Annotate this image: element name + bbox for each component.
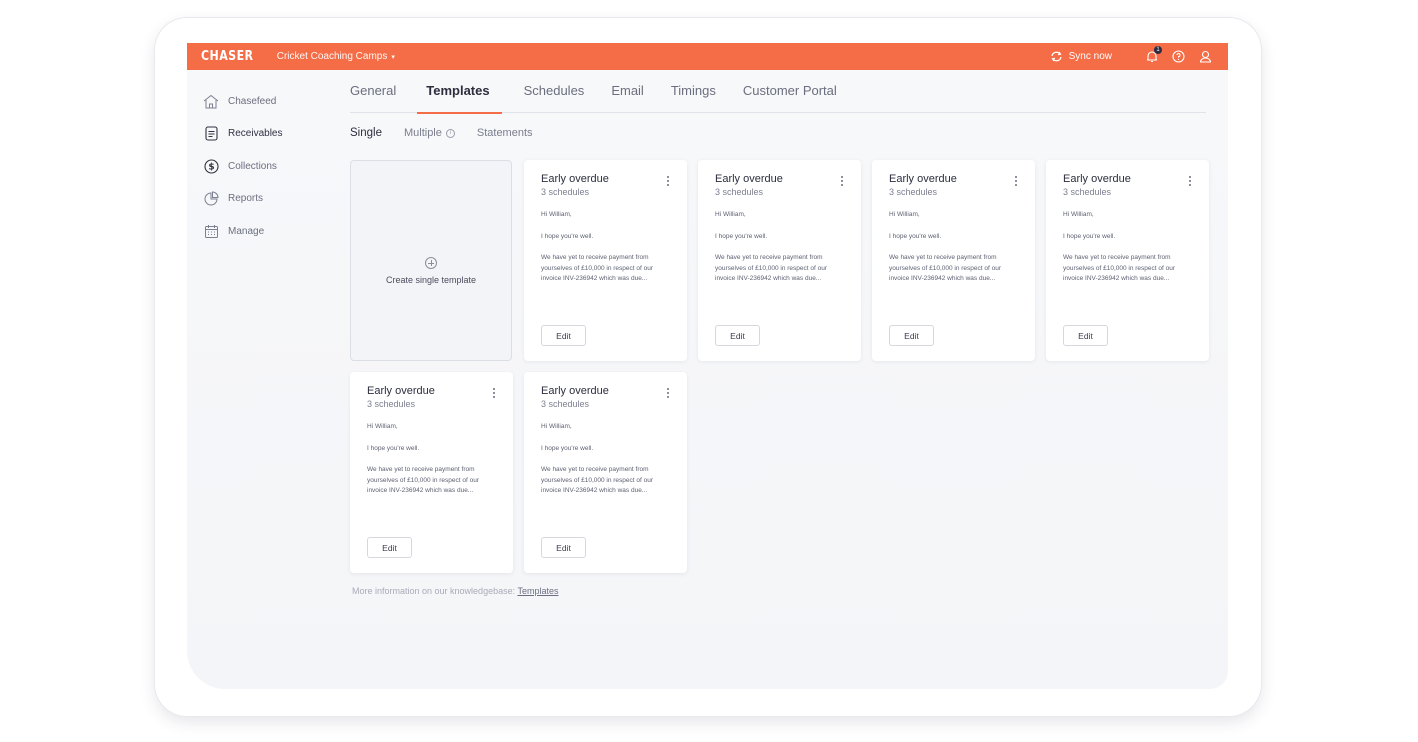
template-preview: Hi William, I hope you're well. We have … bbox=[541, 210, 675, 296]
subtab-label: Multiple bbox=[403, 127, 442, 139]
chart-icon bbox=[203, 191, 219, 207]
template-title: Early overdue bbox=[715, 173, 783, 185]
template-card: Early overdue 3 schedules Hi William, I … bbox=[524, 372, 687, 573]
tab-email[interactable]: Email bbox=[611, 79, 644, 113]
preview-greeting: Hi William, bbox=[889, 211, 920, 218]
template-card: Early overdue 3 schedules Hi William, I … bbox=[350, 372, 513, 573]
preview-line: We have yet to receive payment from your… bbox=[889, 254, 1002, 282]
template-preview: Hi William, I hope you're well. We have … bbox=[1063, 210, 1197, 296]
template-schedule-count: 3 schedules bbox=[889, 187, 938, 197]
preview-line: We have yet to receive payment from your… bbox=[541, 466, 654, 494]
more-options-icon[interactable] bbox=[666, 388, 670, 402]
preview-greeting: Hi William, bbox=[1063, 211, 1094, 218]
template-preview: Hi William, I hope you're well. We have … bbox=[541, 422, 675, 508]
preview-line: I hope you're well. bbox=[715, 232, 768, 240]
sidebar: Chasefeed Receivables $ Collections Repo… bbox=[203, 85, 343, 248]
sidebar-item-receivables[interactable]: Receivables bbox=[203, 118, 343, 151]
more-options-icon[interactable] bbox=[1014, 176, 1018, 190]
preview-line: We have yet to receive payment from your… bbox=[1063, 254, 1176, 282]
sidebar-item-label: Reports bbox=[228, 193, 264, 205]
sidebar-item-chasefeed[interactable]: Chasefeed bbox=[203, 85, 343, 118]
edit-template-button[interactable]: Edit bbox=[367, 537, 412, 558]
preview-line: We have yet to receive payment from your… bbox=[367, 466, 480, 494]
template-title: Early overdue bbox=[367, 385, 435, 397]
main-content: General Templates Schedules Email Timing… bbox=[350, 43, 1210, 689]
edit-template-button[interactable]: Edit bbox=[541, 325, 586, 346]
more-options-icon[interactable] bbox=[666, 176, 670, 190]
document-icon bbox=[203, 126, 219, 142]
tab-customer-portal[interactable]: Customer Portal bbox=[743, 79, 837, 113]
knowledgebase-text: More information on our knowledgebase: bbox=[352, 586, 518, 596]
sidebar-item-manage[interactable]: Manage bbox=[203, 215, 343, 248]
subtab-label: Single bbox=[350, 127, 382, 139]
sidebar-item-label: Receivables bbox=[228, 128, 283, 140]
knowledgebase-note: More information on our knowledgebase: T… bbox=[352, 586, 558, 596]
template-card: Early overdue 3 schedules Hi William, I … bbox=[1046, 160, 1209, 361]
preview-line: I hope you're well. bbox=[541, 232, 594, 240]
tab-schedules[interactable]: Schedules bbox=[524, 79, 585, 113]
preview-line: I hope you're well. bbox=[889, 232, 942, 240]
tab-general[interactable]: General bbox=[350, 79, 396, 113]
template-preview: Hi William, I hope you're well. We have … bbox=[889, 210, 1023, 296]
sidebar-item-collections[interactable]: $ Collections bbox=[203, 150, 343, 183]
calendar-icon bbox=[203, 223, 219, 239]
preview-line: I hope you're well. bbox=[541, 444, 594, 452]
template-title: Early overdue bbox=[541, 385, 609, 397]
app-screen: CHASER Cricket Coaching Camps ▾ Sync now bbox=[187, 43, 1228, 689]
template-preview: Hi William, I hope you're well. We have … bbox=[367, 422, 501, 508]
create-template-label: Create single template bbox=[385, 274, 477, 285]
preview-line: I hope you're well. bbox=[1063, 232, 1116, 240]
edit-template-button[interactable]: Edit bbox=[889, 325, 934, 346]
edit-template-button[interactable]: Edit bbox=[541, 537, 586, 558]
svg-text:$: $ bbox=[208, 162, 214, 172]
edit-template-button[interactable]: Edit bbox=[1063, 325, 1108, 346]
preview-line: I hope you're well. bbox=[367, 444, 420, 452]
preview-greeting: Hi William, bbox=[367, 423, 398, 430]
subtab-statements[interactable]: Statements bbox=[477, 127, 533, 139]
subtab-label: Statements bbox=[476, 127, 533, 139]
template-preview: Hi William, I hope you're well. We have … bbox=[715, 210, 849, 296]
tab-timings[interactable]: Timings bbox=[671, 79, 716, 113]
sidebar-item-label: Chasefeed bbox=[228, 95, 277, 107]
template-schedule-count: 3 schedules bbox=[367, 399, 416, 409]
template-schedule-count: 3 schedules bbox=[541, 399, 590, 409]
template-title: Early overdue bbox=[541, 173, 609, 185]
preview-line: We have yet to receive payment from your… bbox=[715, 254, 828, 282]
home-icon bbox=[203, 93, 219, 109]
template-schedule-count: 3 schedules bbox=[715, 187, 764, 197]
template-title: Early overdue bbox=[1063, 173, 1131, 185]
tab-templates[interactable]: Templates bbox=[417, 79, 503, 114]
chaser-logo[interactable]: CHASER bbox=[201, 49, 253, 64]
template-card: Early overdue 3 schedules Hi William, I … bbox=[524, 160, 687, 361]
template-schedule-count: 3 schedules bbox=[541, 187, 590, 197]
sidebar-item-label: Collections bbox=[228, 160, 277, 172]
template-title: Early overdue bbox=[889, 173, 957, 185]
preview-greeting: Hi William, bbox=[541, 211, 572, 218]
template-card: Early overdue 3 schedules Hi William, I … bbox=[698, 160, 861, 361]
template-card: Early overdue 3 schedules Hi William, I … bbox=[872, 160, 1035, 361]
template-type-tabs: Single Multiple i Statements bbox=[350, 127, 555, 139]
subtab-single[interactable]: Single bbox=[350, 127, 382, 139]
preview-greeting: Hi William, bbox=[541, 423, 572, 430]
more-options-icon[interactable] bbox=[492, 388, 496, 402]
knowledgebase-templates-link[interactable]: Templates bbox=[517, 586, 558, 596]
create-single-template-card[interactable]: Create single template bbox=[350, 160, 512, 361]
edit-template-button[interactable]: Edit bbox=[715, 325, 760, 346]
subtab-multiple[interactable]: Multiple i bbox=[404, 127, 455, 139]
sidebar-item-label: Manage bbox=[228, 225, 265, 237]
plus-circle-icon bbox=[425, 256, 437, 269]
info-icon[interactable]: i bbox=[445, 128, 455, 138]
preview-greeting: Hi William, bbox=[715, 211, 746, 218]
dollar-icon: $ bbox=[203, 158, 219, 174]
settings-tabs: General Templates Schedules Email Timing… bbox=[350, 79, 1206, 114]
template-schedule-count: 3 schedules bbox=[1063, 187, 1112, 197]
more-options-icon[interactable] bbox=[840, 176, 844, 190]
more-options-icon[interactable] bbox=[1188, 176, 1192, 190]
preview-line: We have yet to receive payment from your… bbox=[541, 254, 654, 282]
sidebar-item-reports[interactable]: Reports bbox=[203, 183, 343, 216]
